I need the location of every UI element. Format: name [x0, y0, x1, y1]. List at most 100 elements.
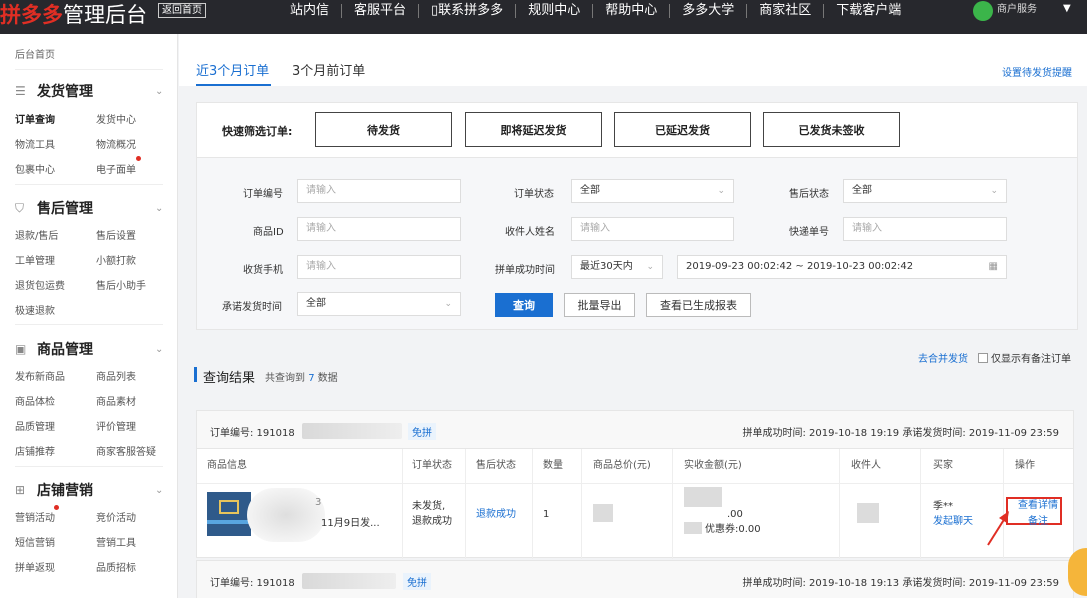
chevron-down-icon: ⌄ [717, 186, 725, 196]
shipping-reminder-link[interactable]: 设置待发货提醒 [1002, 64, 1072, 79]
nav-download[interactable]: 下载客户端 [823, 4, 913, 18]
order-no-input[interactable]: 请输入 [297, 179, 461, 203]
nav-customer-service[interactable]: 客服平台 [341, 4, 418, 18]
phone-label: 收货手机 [243, 265, 283, 276]
nav-inbox[interactable]: 站内信 [278, 4, 341, 18]
nav-help[interactable]: 帮助中心 [592, 4, 669, 18]
tab-older-orders[interactable]: 3个月前订单 [292, 60, 365, 79]
col-received: 实收金额(元) [684, 460, 742, 471]
start-chat-link[interactable]: 发起聊天 [933, 514, 973, 529]
nav-rules[interactable]: 规则中心 [515, 4, 592, 18]
product-thumbnail[interactable] [207, 492, 251, 536]
sidebar-item-return-shipping[interactable]: 退货包运费 [15, 277, 65, 292]
sidebar-item-product-list[interactable]: 商品列表 [96, 368, 136, 383]
logo[interactable]: 拼多多管理后台 [0, 0, 147, 34]
sidebar-item-logistics-tools[interactable]: 物流工具 [15, 136, 55, 151]
nav-contact[interactable]: ▯联系拼多多 [418, 4, 515, 18]
sidebar-item-cashback[interactable]: 拼单返现 [15, 559, 55, 574]
col-buyer: 买家 [933, 460, 953, 471]
sidebar-group-marketing[interactable]: ⊞ 店铺营销 [15, 480, 93, 500]
sidebar-item-shipping-center[interactable]: 发货中心 [96, 111, 136, 126]
chevron-down-icon[interactable]: ⌄ [155, 485, 163, 496]
quick-filter-delayed-button[interactable]: 已延迟发货 [614, 112, 751, 147]
sidebar-item-marketing-activity[interactable]: 营销活动 [15, 509, 55, 524]
sidebar-group-products[interactable]: ▣ 商品管理 [15, 339, 93, 359]
checkbox[interactable] [978, 352, 988, 363]
order-header: 订单编号: 191018 免拼 拼单成功时间: 2019-10-18 19:13… [197, 561, 1073, 598]
phone-input[interactable]: 请输入 [297, 255, 461, 279]
back-home-button[interactable]: 返回首页 [158, 3, 206, 18]
sidebar-item-order-query[interactable]: 订单查询 [15, 111, 55, 126]
merge-shipping-link[interactable]: 去合并发货 [918, 350, 968, 365]
after-sale-status-select[interactable]: 全部 ⌄ [843, 179, 1007, 203]
chevron-down-icon[interactable]: ⌄ [155, 203, 163, 214]
sidebar-item-store-recommend[interactable]: 店铺推荐 [15, 443, 55, 458]
express-no-input[interactable]: 请输入 [843, 217, 1007, 241]
sidebar-item-after-sale-helper[interactable]: 售后小助手 [96, 277, 146, 292]
quick-filter-pending-button[interactable]: 待发货 [315, 112, 452, 147]
sidebar-item-reviews[interactable]: 评价管理 [96, 418, 136, 433]
sidebar-item-refund[interactable]: 退款/售后 [15, 227, 58, 242]
sidebar-item-after-sale-settings[interactable]: 售后设置 [96, 227, 136, 242]
avatar[interactable] [973, 1, 993, 21]
remark-link[interactable]: 备注 [1028, 514, 1048, 529]
after-sale-status-link[interactable]: 退款成功 [476, 507, 516, 522]
sidebar-item-e-waybill[interactable]: 电子面单 [96, 161, 136, 176]
sidebar-item-publish[interactable]: 发布新商品 [15, 368, 65, 383]
chevron-down-icon[interactable]: ⌄ [155, 86, 163, 97]
product-name[interactable]: 11月9日发... [321, 514, 380, 529]
view-reports-button[interactable]: 查看已生成报表 [646, 293, 751, 317]
result-count: 共查询到 7 数据 [265, 373, 338, 384]
receiver-name-input[interactable]: 请输入 [571, 217, 734, 241]
sidebar-item-quality[interactable]: 品质管理 [15, 418, 55, 433]
sidebar-group-after-sale[interactable]: ⛉ 售后管理 [15, 198, 93, 218]
product-id-input[interactable]: 请输入 [297, 217, 461, 241]
query-button[interactable]: 查询 [495, 293, 553, 317]
order-status-select[interactable]: 全部 ⌄ [571, 179, 734, 203]
caret-down-icon[interactable]: ▼ [1063, 3, 1071, 14]
order-tag: 免拼 [408, 423, 436, 440]
order-tag: 免拼 [403, 573, 431, 590]
after-sale-status-label: 售后状态 [789, 189, 829, 200]
order-status-label: 订单状态 [514, 189, 554, 200]
nav-community[interactable]: 商家社区 [746, 4, 823, 18]
tab-recent-orders[interactable]: 近3个月订单 [196, 60, 269, 79]
ship-time-select[interactable]: 全部 ⌄ [297, 292, 461, 316]
sidebar-item-package-center[interactable]: 包裹中心 [15, 161, 55, 176]
sidebar-item-fast-refund[interactable]: 极速退款 [15, 302, 55, 317]
date-range-picker[interactable]: 2019-09-23 00:02:42 ~ 2019-10-23 00:02:4… [677, 255, 1007, 279]
redacted-block [857, 503, 879, 523]
floating-helper-button[interactable] [1068, 548, 1087, 596]
quick-filter-delay-soon-button[interactable]: 即将延迟发货 [465, 112, 602, 147]
redacted-block [684, 522, 702, 534]
order-times: 拼单成功时间: 2019-10-18 19:13 承诺发货时间: 2019-11… [742, 578, 1060, 589]
gift-icon: ⊞ [15, 483, 26, 497]
view-detail-link[interactable]: 查看详情 [1018, 498, 1058, 513]
list-icon: ☰ [15, 84, 26, 98]
sidebar-item-product-material[interactable]: 商品素材 [96, 393, 136, 408]
order-card: 订单编号: 191018 免拼 拼单成功时间: 2019-10-18 19:19… [196, 410, 1074, 559]
chevron-down-icon: ⌄ [990, 186, 998, 196]
sidebar-item-bidding[interactable]: 竞价活动 [96, 509, 136, 524]
sidebar-item-qa[interactable]: 商家客服答疑 [96, 443, 156, 458]
divider [581, 449, 582, 559]
chevron-down-icon[interactable]: ⌄ [155, 344, 163, 355]
sidebar-item-ticket[interactable]: 工单管理 [15, 252, 55, 267]
quick-filter-unsigned-button[interactable]: 已发货未签收 [763, 112, 900, 147]
sidebar-item-small-payment[interactable]: 小额打款 [96, 252, 136, 267]
batch-export-button[interactable]: 批量导出 [564, 293, 635, 317]
success-time-range-select[interactable]: 最近30天内 ⌄ [571, 255, 663, 279]
user-name[interactable]: 商户服务 [997, 0, 1037, 15]
nav-university[interactable]: 多多大学 [669, 4, 746, 18]
only-remark-toggle[interactable]: 仅显示有备注订单 [978, 350, 1071, 365]
sidebar-item-sms[interactable]: 短信营销 [15, 534, 55, 549]
sidebar-item-product-check[interactable]: 商品体检 [15, 393, 55, 408]
sidebar-item-quality-bid[interactable]: 品质招标 [96, 559, 136, 574]
sidebar-item-marketing-tools[interactable]: 营销工具 [96, 534, 136, 549]
annotation-arrow-icon [987, 511, 1009, 546]
sidebar-item-logistics-overview[interactable]: 物流概况 [96, 136, 136, 151]
divider [15, 69, 163, 70]
sidebar-home[interactable]: 后台首页 [15, 46, 55, 61]
sidebar-group-shipping[interactable]: ☰ 发货管理 [15, 81, 93, 101]
divider [197, 483, 1073, 484]
